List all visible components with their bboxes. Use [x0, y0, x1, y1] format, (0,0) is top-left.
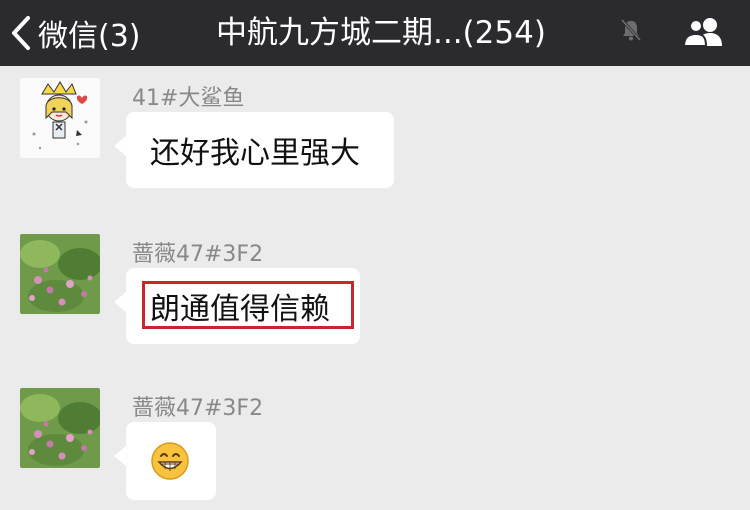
message-bubble[interactable]: 还好我心里强大 [114, 112, 394, 188]
chevron-left-icon [12, 16, 30, 50]
avatar[interactable] [20, 78, 100, 158]
chat-title: 中航九方城二期...(254) [216, 15, 546, 51]
mute-bell-icon [620, 18, 642, 42]
navbar: 微信(3) 中航九方城二期...(254) [0, 0, 750, 66]
highlight-box [142, 281, 354, 329]
avatar[interactable] [20, 388, 100, 468]
group-people-icon[interactable] [680, 16, 728, 48]
message-text: 还好我心里强大 [150, 136, 360, 171]
grinning-face-emoji [151, 442, 189, 480]
flower-photo-avatar [20, 388, 100, 468]
sender-name: 41#大鲨鱼 [132, 86, 245, 111]
avatar[interactable] [20, 234, 100, 314]
flower-photo-avatar [20, 234, 100, 314]
cartoon-girl-avatar [20, 78, 100, 158]
back-label: 微信(3) [38, 19, 141, 54]
back-button[interactable]: 微信(3) [10, 0, 141, 66]
sender-name: 蔷薇47#3F2 [132, 396, 264, 421]
message-bubble[interactable] [114, 422, 216, 500]
sender-name: 蔷薇47#3F2 [132, 242, 264, 267]
